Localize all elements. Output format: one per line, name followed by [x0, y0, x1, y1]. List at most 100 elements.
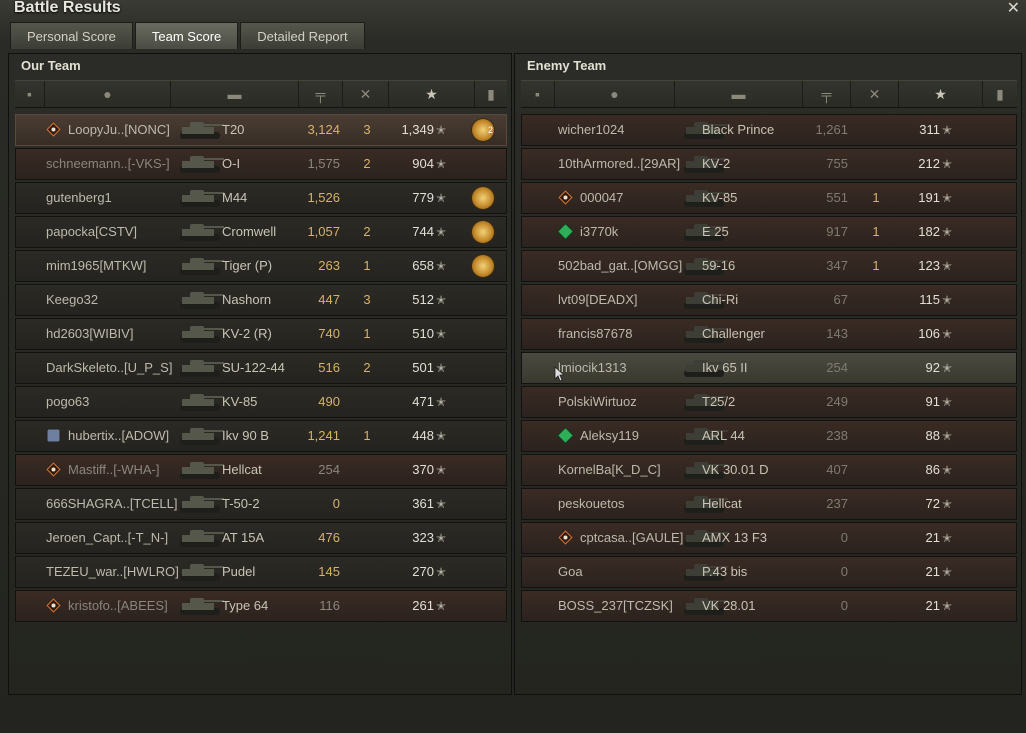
xp-value: 106: [918, 326, 940, 341]
kills-value: [344, 557, 390, 587]
table-row[interactable]: hubertix..[ADOW] Ikv 90 B 1,241 1 448 ✭: [15, 420, 507, 452]
kills-value: [852, 319, 900, 349]
kills-value: [852, 285, 900, 315]
table-row[interactable]: KornelBa[K_D_C] VK 30.01 D 407 86 ✭: [521, 454, 1017, 486]
table-row[interactable]: pogo63 KV-85 490 471 ✭: [15, 386, 507, 418]
table-row[interactable]: Aleksy119 ARL 44 238 88 ✭: [521, 420, 1017, 452]
table-row[interactable]: kristofo..[ABEES] Type 64 116 261 ✭: [15, 590, 507, 622]
table-row[interactable]: francis87678 Challenger 143 106 ✭: [521, 318, 1017, 350]
table-row[interactable]: papocka[CSTV] Cromwell 1,057 2 744 ✭: [15, 216, 507, 248]
enemy-team-panel: Enemy Team ▪ ● ▬ ╤ ✕ ★ ▮ wicher1024 Black…: [514, 53, 1022, 695]
table-row[interactable]: mim1965[MTKW] Tiger (P) 263 1 658 ✭: [15, 250, 507, 282]
star-icon: ✭: [436, 395, 447, 409]
diamond-badge-icon: [46, 462, 61, 477]
xp-value: 501: [412, 360, 434, 375]
damage-value: 3,124: [307, 122, 340, 137]
player-name: lmiocik1313: [558, 360, 627, 375]
close-icon[interactable]: ✕: [1007, 0, 1020, 18]
tank-image-icon: [176, 220, 226, 244]
table-row[interactable]: DarkSkeleto..[U_P_S] SU-122-44 516 2 501 ✭: [15, 352, 507, 384]
table-row[interactable]: PolskiWirtuoz T25/2 249 91 ✭: [521, 386, 1017, 418]
star-icon: ✭: [436, 157, 447, 171]
kills-value: [344, 523, 390, 553]
player-icon[interactable]: ●: [45, 81, 171, 107]
player-name: mim1965[MTKW]: [46, 258, 147, 273]
star-icon: ✭: [436, 463, 447, 477]
diamond-badge-icon: [558, 530, 573, 545]
medal-icon[interactable]: ▮: [983, 81, 1017, 107]
medal-badge-icon[interactable]: [472, 187, 494, 209]
player-name: KornelBa[K_D_C]: [558, 462, 661, 477]
tank-name: T25/2: [702, 394, 736, 409]
table-row[interactable]: LoopyJu..[NONC] T20 3,124 3 1,349 ✭ 2: [15, 114, 507, 146]
kills-icon[interactable]: ✕: [343, 81, 389, 107]
table-row[interactable]: lmiocik1313 Ikv 65 II 254 92 ✭: [521, 352, 1017, 384]
tank-icon[interactable]: ▬: [171, 81, 299, 107]
kills-value: 2: [363, 224, 371, 239]
tab-personal-score[interactable]: Personal Score: [10, 22, 133, 49]
squad-icon[interactable]: ▪: [521, 81, 555, 107]
table-row[interactable]: 502bad_gat..[OMGG] 59-16 347 1 123 ✭: [521, 250, 1017, 282]
player-name: Mastiff..[-WHA-]: [68, 462, 160, 477]
kills-value: 1: [872, 190, 880, 205]
player-icon[interactable]: ●: [555, 81, 675, 107]
damage-icon[interactable]: ╤: [803, 81, 851, 107]
damage-icon[interactable]: ╤: [299, 81, 343, 107]
table-row[interactable]: gutenberg1 M44 1,526 779 ✭: [15, 182, 507, 214]
tank-image-icon: [176, 356, 226, 380]
table-row[interactable]: wicher1024 Black Prince 1,261 311 ✭: [521, 114, 1017, 146]
player-name: 10thArmored..[29AR]: [558, 156, 681, 171]
table-row[interactable]: BOSS_237[TCZSK] VK 28.01 0 21 ✭: [521, 590, 1017, 622]
damage-value: 740: [318, 326, 340, 341]
squad-icon[interactable]: ▪: [15, 81, 45, 107]
tab-detailed-report[interactable]: Detailed Report: [240, 22, 365, 49]
medal-icon[interactable]: ▮: [475, 81, 507, 107]
table-row[interactable]: cptcasa..[GAULE] AMX 13 F3 0 21 ✭: [521, 522, 1017, 554]
table-row[interactable]: i3770k E 25 917 1 182 ✭: [521, 216, 1017, 248]
player-name: hd2603[WIBIV]: [46, 326, 134, 341]
kills-value: [852, 557, 900, 587]
xp-value: 91: [925, 394, 940, 409]
table-row[interactable]: Mastiff..[-WHA-] Hellcat 254 370 ✭: [15, 454, 507, 486]
damage-value: 516: [318, 360, 340, 375]
tank-image-icon: [176, 424, 226, 448]
tank-icon[interactable]: ▬: [675, 81, 803, 107]
xp-value: 261: [412, 598, 434, 613]
player-name: lvt09[DEADX]: [558, 292, 638, 307]
kills-value: [852, 421, 900, 451]
table-row[interactable]: TEZEU_war..[HWLRO] Pudel 145 270 ✭: [15, 556, 507, 588]
xp-value: 471: [412, 394, 434, 409]
tank-name: Hellcat: [222, 462, 262, 477]
kills-value: 1: [872, 258, 880, 273]
star-icon: ✭: [436, 225, 447, 239]
medal-badge-icon[interactable]: [472, 255, 494, 277]
xp-star-icon[interactable]: ★: [389, 81, 475, 107]
medal-badge-icon[interactable]: [472, 221, 494, 243]
table-row[interactable]: Jeroen_Capt..[-T_N-] AT 15A 476 323 ✭: [15, 522, 507, 554]
table-row[interactable]: 666SHAGRA..[TCELL] T-50-2 0 361 ✭: [15, 488, 507, 520]
kills-value: 1: [363, 428, 371, 443]
tank-name: Tiger (P): [222, 258, 273, 273]
player-name: francis87678: [558, 326, 633, 341]
xp-value: 115: [919, 292, 940, 307]
mouse-cursor-icon: [554, 366, 564, 382]
medal-count: 2: [488, 125, 494, 135]
table-row[interactable]: 10thArmored..[29AR] KV-2 755 212 ✭: [521, 148, 1017, 180]
damage-value: 237: [826, 496, 848, 511]
table-row[interactable]: hd2603[WIBIV] KV-2 (R) 740 1 510 ✭: [15, 318, 507, 350]
kills-icon[interactable]: ✕: [851, 81, 899, 107]
enemy-team-title: Enemy Team: [527, 58, 607, 73]
damage-value: 1,261: [815, 122, 848, 137]
table-row[interactable]: Keego32 Nashorn 447 3 512 ✭: [15, 284, 507, 316]
player-name: Keego32: [46, 292, 99, 307]
tank-name: AT 15A: [222, 530, 265, 545]
table-row[interactable]: lvt09[DEADX] Chi-Ri 67 115 ✭: [521, 284, 1017, 316]
table-row[interactable]: schneemann..[-VKS-] O-I 1,575 2 904 ✭: [15, 148, 507, 180]
tank-image-icon: [176, 492, 226, 516]
tab-team-score[interactable]: Team Score: [134, 22, 239, 49]
table-row[interactable]: Goa P.43 bis 0 21 ✭: [521, 556, 1017, 588]
table-row[interactable]: peskouetos Hellcat 237 72 ✭: [521, 488, 1017, 520]
star-icon: ✭: [942, 463, 953, 477]
table-row[interactable]: 000047 KV-85 551 1 191 ✭: [521, 182, 1017, 214]
xp-star-icon[interactable]: ★: [899, 81, 983, 107]
